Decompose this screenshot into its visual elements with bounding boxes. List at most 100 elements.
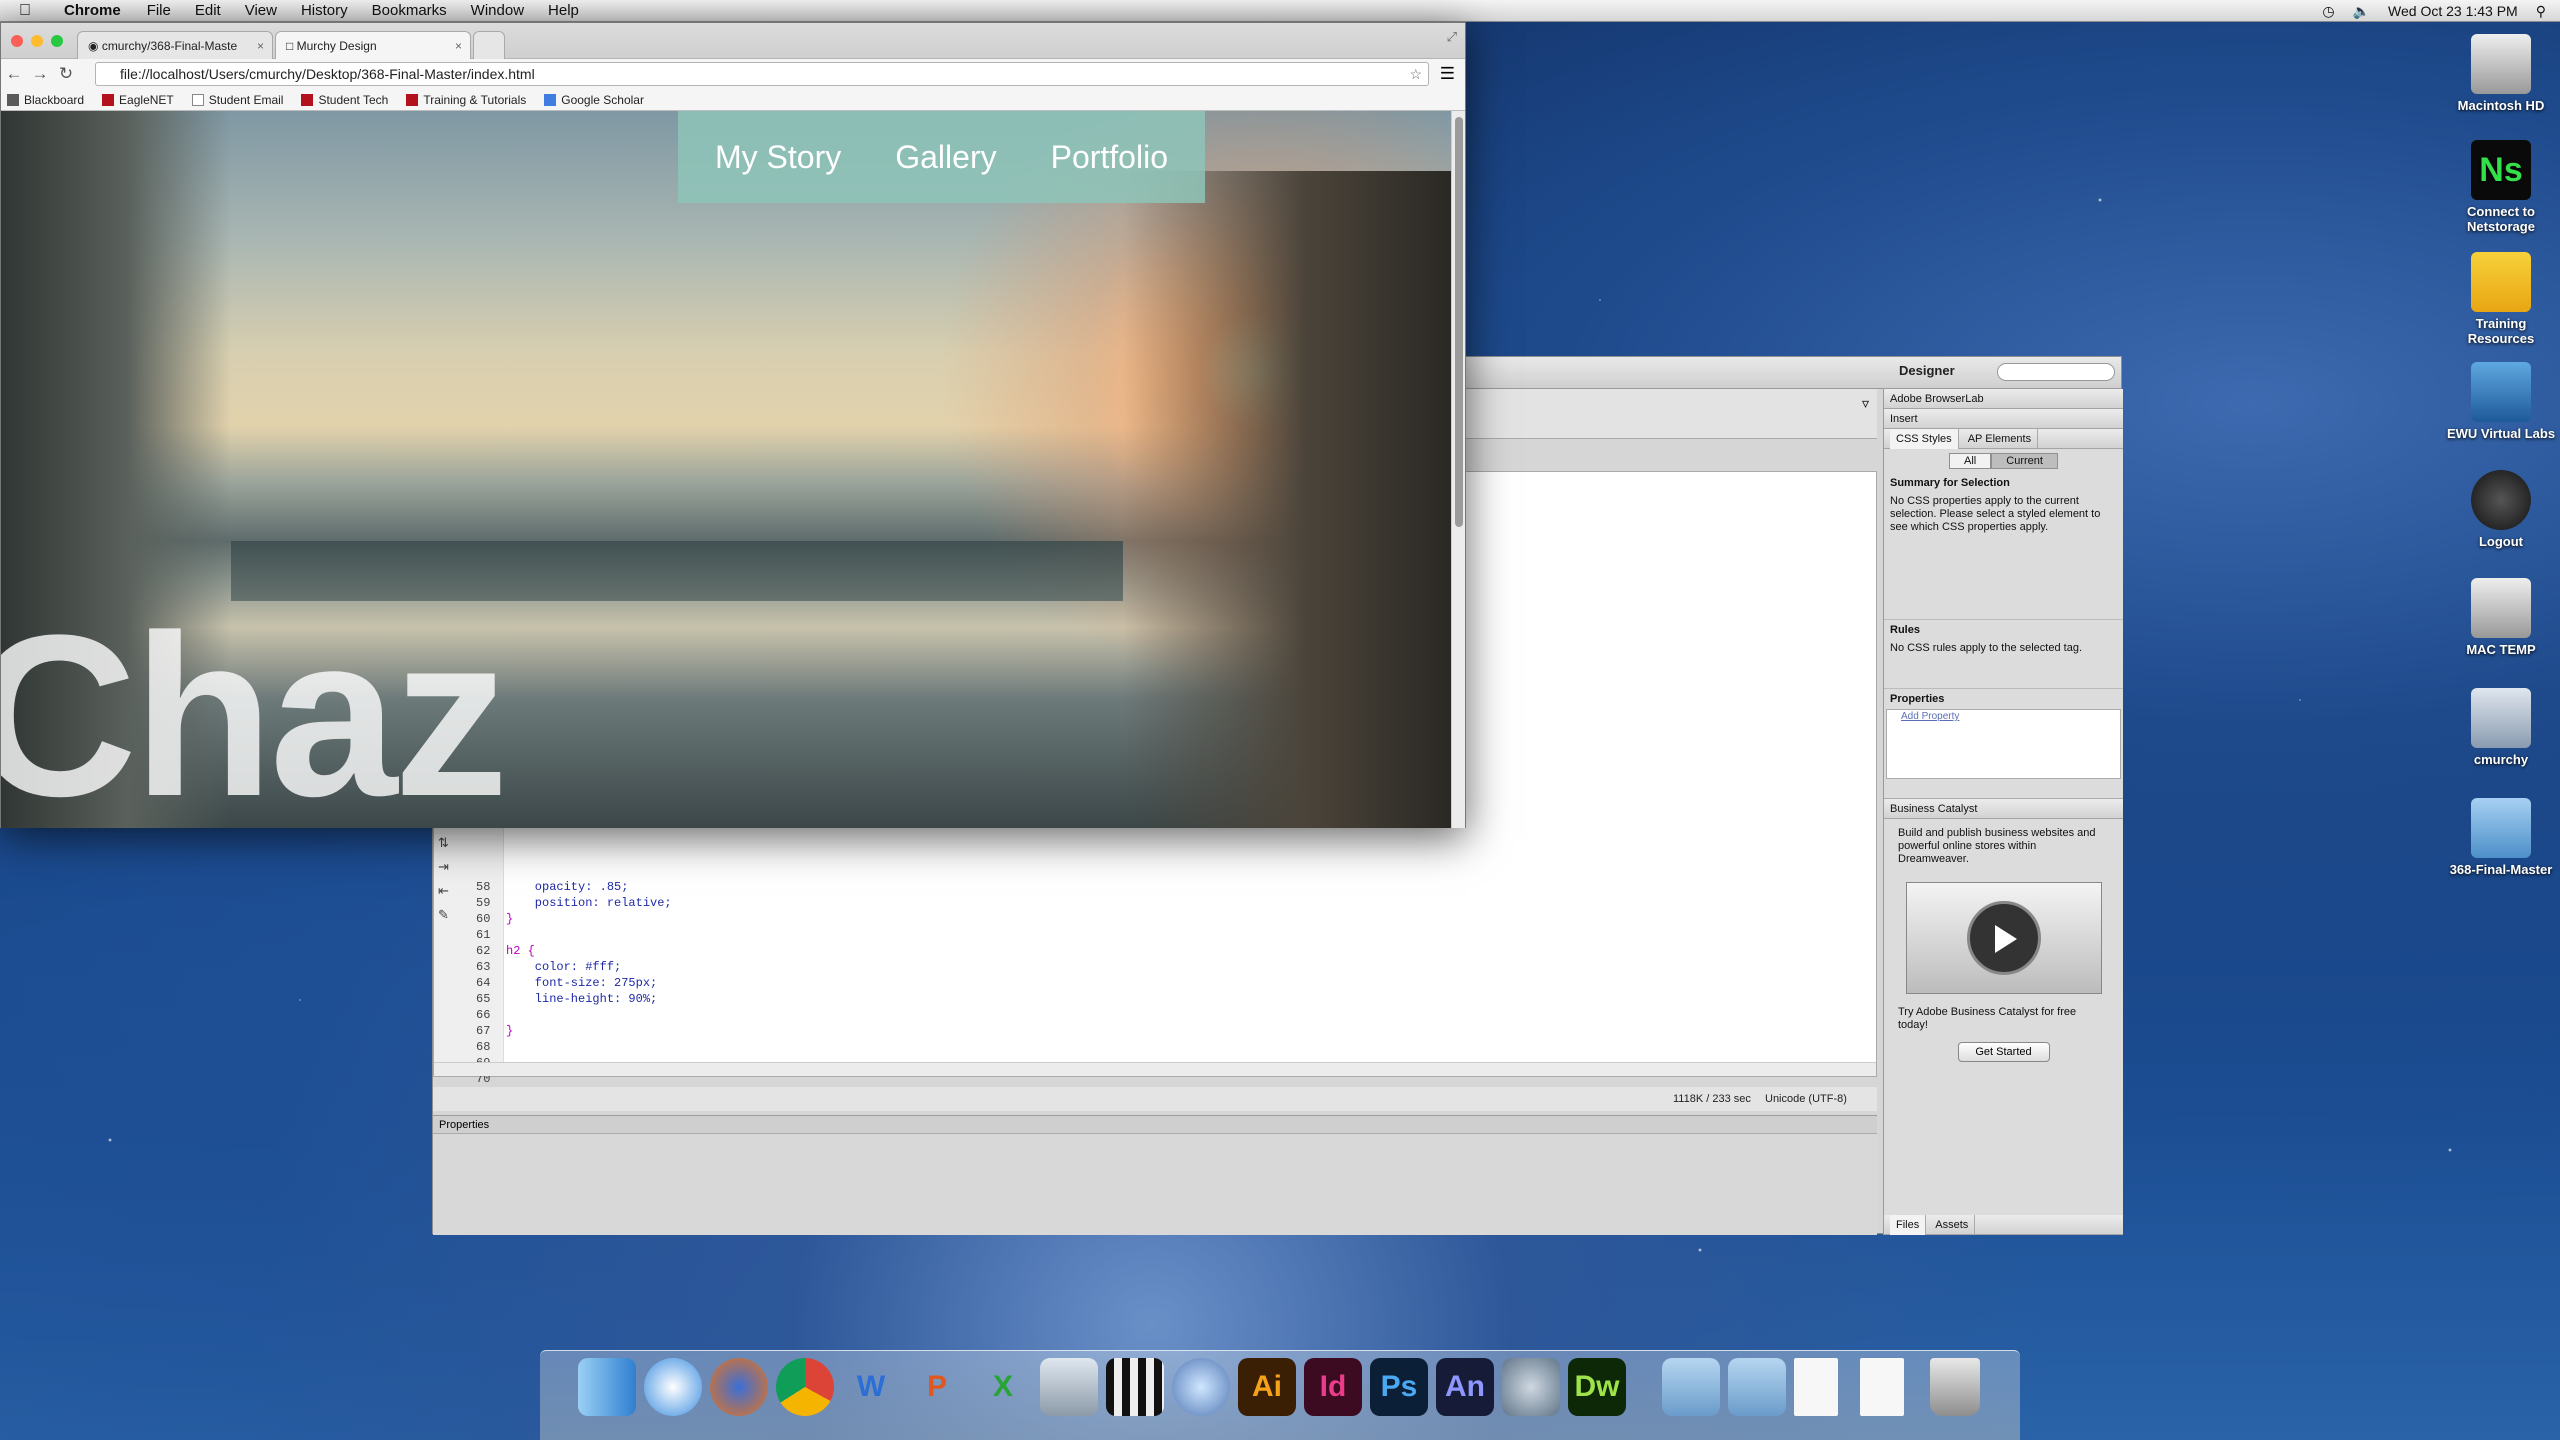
code-line[interactable]: } — [506, 912, 513, 926]
nav-gallery[interactable]: Gallery — [895, 139, 996, 176]
desktop-icon-netstorage[interactable]: Ns Connect to Netstorage — [2446, 140, 2556, 234]
get-started-button[interactable]: Get Started — [1957, 1042, 2050, 1062]
select-parent-icon[interactable]: ⇅ — [438, 835, 449, 851]
horizontal-scrollbar[interactable] — [434, 1062, 1876, 1076]
indesign-icon[interactable]: Id — [1304, 1358, 1362, 1416]
menu-window[interactable]: Window — [459, 2, 536, 19]
back-icon[interactable]: ← — [1, 64, 27, 84]
desktop-icon-368-final[interactable]: 368-Final-Master — [2446, 798, 2556, 877]
chrome-icon[interactable] — [776, 1358, 834, 1416]
code-line[interactable]: position: relative; — [506, 896, 672, 910]
business-catalyst-header[interactable]: Business Catalyst — [1884, 799, 2123, 819]
properties-panel-tab[interactable]: Properties — [433, 1116, 1877, 1134]
aperture-icon[interactable] — [1172, 1358, 1230, 1416]
filter-icon[interactable]: ▿ — [1862, 395, 1869, 412]
tab-assets[interactable]: Assets — [1929, 1215, 1976, 1235]
desktop-icon-mac-temp[interactable]: MAC TEMP — [2446, 578, 2556, 657]
desktop-icon-ewu-labs[interactable]: EWU Virtual Labs — [2446, 362, 2556, 441]
dreamweaver-icon[interactable]: Dw — [1568, 1358, 1626, 1416]
desktop-icon-training[interactable]: Training Resources — [2446, 252, 2556, 346]
all-button[interactable]: All — [1949, 453, 1992, 469]
menu-file[interactable]: File — [135, 2, 183, 19]
zoom-window-icon[interactable] — [51, 35, 63, 47]
bookmark-google-scholar[interactable]: Google Scholar — [544, 93, 644, 107]
code-line[interactable]: h2 { — [506, 944, 535, 958]
tab-ap-elements[interactable]: AP Elements — [1962, 429, 2039, 449]
fullscreen-icon[interactable]: ⤢ — [1447, 29, 1457, 45]
indent-icon[interactable]: ⇥ — [438, 859, 449, 875]
nav-portfolio[interactable]: Portfolio — [1051, 139, 1168, 176]
code-line[interactable]: font-size: 275px; — [506, 976, 657, 990]
menu-history[interactable]: History — [289, 2, 360, 19]
workspace-switcher[interactable]: Designer — [1899, 363, 1955, 378]
menu-bookmarks[interactable]: Bookmarks — [360, 2, 459, 19]
finder-icon[interactable] — [578, 1358, 636, 1416]
volume-icon[interactable]: 🔈 — [2353, 3, 2370, 20]
spotlight-icon[interactable]: ⚲ — [2536, 3, 2546, 20]
document-icon[interactable] — [1794, 1358, 1838, 1416]
powerpoint-icon[interactable]: P — [908, 1358, 966, 1416]
forward-icon[interactable]: → — [27, 64, 53, 84]
bookmark-blackboard[interactable]: Blackboard — [7, 93, 84, 107]
github-app-icon[interactable] — [1502, 1358, 1560, 1416]
business-catalyst-video[interactable] — [1905, 882, 2102, 994]
folder-icon[interactable] — [1662, 1358, 1720, 1416]
new-tab-button[interactable] — [473, 31, 505, 59]
apple-icon[interactable]:  — [0, 2, 50, 20]
scrollbar-thumb[interactable] — [1455, 117, 1463, 527]
coding-toolbar: ↕ ⇅ ⇥ ⇤ ✎ — [438, 812, 449, 923]
dw-search-input[interactable] — [1997, 363, 2115, 381]
close-tab-icon[interactable]: × — [257, 39, 264, 53]
close-tab-icon[interactable]: × — [455, 39, 462, 53]
nav-my-story[interactable]: My Story — [715, 139, 841, 176]
animate-icon[interactable]: An — [1436, 1358, 1494, 1416]
desktop-icon-macintosh-hd[interactable]: Macintosh HD — [2446, 34, 2556, 113]
current-button[interactable]: Current — [1991, 453, 2058, 469]
firefox-icon[interactable] — [710, 1358, 768, 1416]
code-line[interactable]: } — [506, 1024, 513, 1038]
bookmark-eaglenet[interactable]: EagleNET — [102, 93, 174, 107]
line-number: 63 — [476, 960, 491, 974]
photoshop-icon[interactable]: Ps — [1370, 1358, 1428, 1416]
tab-github[interactable]: ◉ cmurchy/368-Final-Maste × — [77, 31, 273, 59]
excel-icon[interactable]: X — [974, 1358, 1032, 1416]
trash-icon[interactable] — [1930, 1358, 1980, 1416]
bookmark-student-email[interactable]: Student Email — [191, 93, 283, 107]
preview-icon[interactable] — [1040, 1358, 1098, 1416]
tab-files[interactable]: Files — [1890, 1215, 1927, 1235]
browserlab-panel-header[interactable]: Adobe BrowserLab — [1884, 389, 2123, 409]
safari-icon[interactable] — [644, 1358, 702, 1416]
tab-css-styles[interactable]: CSS Styles — [1890, 429, 1959, 449]
minimize-window-icon[interactable] — [31, 35, 43, 47]
close-window-icon[interactable] — [11, 35, 23, 47]
menu-icon[interactable]: ☰ — [1440, 64, 1455, 84]
bookmark-training[interactable]: Training & Tutorials — [406, 93, 526, 107]
word-icon[interactable]: W — [842, 1358, 900, 1416]
code-line[interactable]: color: #fff; — [506, 960, 621, 974]
outdent-icon[interactable]: ⇤ — [438, 883, 449, 899]
menu-edit[interactable]: Edit — [183, 2, 233, 19]
format-icon[interactable]: ✎ — [438, 907, 449, 923]
page-scrollbar[interactable] — [1451, 111, 1465, 828]
menu-app-name[interactable]: Chrome — [50, 2, 135, 19]
document-icon[interactable] — [1860, 1358, 1904, 1416]
menu-view[interactable]: View — [233, 2, 289, 19]
desktop-icon-logout[interactable]: Logout — [2446, 470, 2556, 549]
url-input[interactable]: file://localhost/Users/cmurchy/Desktop/3… — [95, 62, 1429, 86]
star-icon[interactable]: ☆ — [1409, 66, 1422, 83]
time-machine-icon[interactable]: ◷ — [2322, 3, 2334, 20]
applications-folder-icon[interactable] — [1728, 1358, 1786, 1416]
add-property-link[interactable]: Add Property — [1887, 711, 1959, 722]
tab-murchy-design[interactable]: □ Murchy Design × — [275, 31, 471, 59]
code-line[interactable]: opacity: .85; — [506, 880, 629, 894]
code-line[interactable]: line-height: 90%; — [506, 992, 657, 1006]
menu-clock[interactable]: Wed Oct 23 1:43 PM — [2388, 3, 2518, 19]
insert-panel-header[interactable]: Insert — [1884, 409, 2123, 429]
bookmark-student-tech[interactable]: Student Tech — [301, 93, 388, 107]
final-cut-icon[interactable] — [1106, 1358, 1164, 1416]
menu-help[interactable]: Help — [536, 2, 591, 19]
illustrator-icon[interactable]: Ai — [1238, 1358, 1296, 1416]
desktop-icon-cmurchy[interactable]: cmurchy — [2446, 688, 2556, 767]
reload-icon[interactable]: ↻ — [53, 64, 79, 84]
css-mode-toggle: All Current — [1884, 453, 2123, 469]
